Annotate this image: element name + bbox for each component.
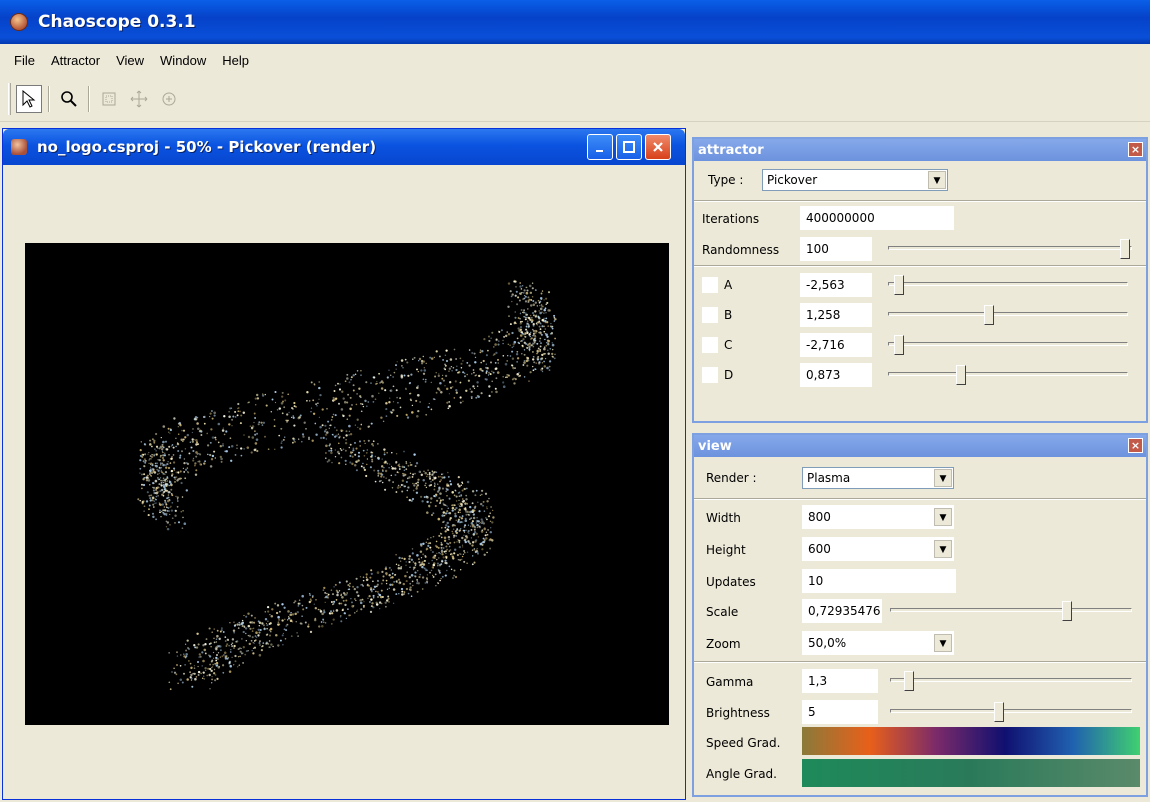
- attractor-panel-titlebar: attractor ×: [694, 139, 1146, 161]
- menu-file[interactable]: File: [6, 53, 43, 68]
- param-d-label: D: [724, 368, 734, 382]
- render-window[interactable]: no_logo.csproj - 50% - Pickover (render): [2, 128, 686, 800]
- app-icon: [10, 13, 28, 31]
- view-panel-title: view: [698, 438, 732, 454]
- chevron-down-icon[interactable]: ▼: [934, 540, 952, 558]
- render-window-body: [3, 165, 685, 799]
- app-titlebar: Chaoscope 0.3.1: [0, 0, 1150, 44]
- menu-window[interactable]: Window: [152, 53, 214, 68]
- chevron-down-icon[interactable]: ▼: [934, 508, 952, 526]
- menubar: File Attractor View Window Help: [0, 44, 1150, 77]
- rotate-tool-icon[interactable]: [156, 85, 182, 113]
- brightness-label: Brightness: [706, 706, 770, 720]
- param-a-slider[interactable]: [888, 275, 1128, 295]
- chevron-down-icon[interactable]: ▼: [928, 171, 946, 189]
- view-panel: view × Render : Plasma ▼ Width 800 ▼ Hei…: [692, 433, 1148, 797]
- param-c-checkbox[interactable]: [702, 337, 718, 353]
- zoom-value: 50,0%: [808, 636, 847, 650]
- param-c-input[interactable]: -2,716: [800, 333, 872, 357]
- type-label: Type :: [708, 173, 744, 187]
- minimize-button[interactable]: [587, 134, 613, 160]
- param-b-slider[interactable]: [888, 305, 1128, 325]
- close-button[interactable]: [645, 134, 671, 160]
- angle-gradient-swatch[interactable]: [802, 759, 1140, 787]
- divider: [694, 498, 1146, 500]
- app-title: Chaoscope 0.3.1: [38, 12, 196, 32]
- height-label: Height: [706, 543, 746, 557]
- divider: [694, 200, 1146, 202]
- gamma-slider[interactable]: [890, 671, 1132, 691]
- menu-attractor[interactable]: Attractor: [43, 53, 108, 68]
- move-tool-icon[interactable]: [126, 85, 152, 113]
- param-c-label: C: [724, 338, 733, 352]
- param-b-input[interactable]: 1,258: [800, 303, 872, 327]
- brightness-input[interactable]: 5: [802, 700, 878, 724]
- maximize-button[interactable]: [616, 134, 642, 160]
- speed-gradient-swatch[interactable]: [802, 727, 1140, 755]
- iterations-input[interactable]: 400000000: [800, 206, 954, 230]
- scale-slider[interactable]: [890, 601, 1132, 621]
- param-a-checkbox[interactable]: [702, 277, 718, 293]
- randomness-input[interactable]: 100: [800, 237, 872, 261]
- param-b-label: B: [724, 308, 733, 322]
- chevron-down-icon[interactable]: ▼: [934, 469, 952, 487]
- attractor-panel-close-button[interactable]: ×: [1128, 142, 1143, 157]
- gamma-input[interactable]: 1,3: [802, 669, 878, 693]
- param-b-checkbox[interactable]: [702, 307, 718, 323]
- type-select-value: Pickover: [767, 173, 818, 187]
- select-rect-icon[interactable]: [96, 85, 122, 113]
- scale-input[interactable]: 0,72935476: [802, 599, 882, 623]
- randomness-label: Randomness: [702, 243, 780, 257]
- view-panel-close-button[interactable]: ×: [1128, 438, 1143, 453]
- updates-label: Updates: [706, 575, 756, 589]
- attractor-panel-title: attractor: [698, 142, 764, 158]
- zoom-tool-icon[interactable]: [56, 85, 82, 113]
- render-select[interactable]: Plasma ▼: [802, 467, 954, 489]
- toolbar-grip[interactable]: [8, 83, 11, 115]
- param-c-slider[interactable]: [888, 335, 1128, 355]
- randomness-slider[interactable]: [888, 239, 1132, 259]
- toolbar-separator: [88, 86, 90, 112]
- divider: [694, 661, 1146, 663]
- document-icon: [11, 139, 27, 155]
- menu-view[interactable]: View: [108, 53, 152, 68]
- param-d-input[interactable]: 0,873: [800, 363, 872, 387]
- width-label: Width: [706, 511, 741, 525]
- render-window-title: no_logo.csproj - 50% - Pickover (render): [37, 138, 377, 156]
- toolbar: [0, 77, 1150, 122]
- toolbar-separator: [48, 86, 50, 112]
- param-d-slider[interactable]: [888, 365, 1128, 385]
- updates-input[interactable]: 10: [802, 569, 956, 593]
- attractor-render-canvas[interactable]: [25, 243, 669, 725]
- menu-help[interactable]: Help: [214, 53, 257, 68]
- gamma-label: Gamma: [706, 675, 754, 689]
- chevron-down-icon[interactable]: ▼: [934, 634, 952, 652]
- height-value: 600: [808, 542, 831, 556]
- zoom-label: Zoom: [706, 637, 741, 651]
- divider: [694, 265, 1146, 267]
- type-select[interactable]: Pickover ▼: [762, 169, 948, 191]
- width-value: 800: [808, 510, 831, 524]
- height-input[interactable]: 600 ▼: [802, 537, 954, 561]
- param-a-input[interactable]: -2,563: [800, 273, 872, 297]
- width-input[interactable]: 800 ▼: [802, 505, 954, 529]
- brightness-slider[interactable]: [890, 702, 1132, 722]
- render-label: Render :: [706, 471, 757, 485]
- param-d-checkbox[interactable]: [702, 367, 718, 383]
- attractor-panel: attractor × Type : Pickover ▼ Iterations…: [692, 137, 1148, 423]
- scale-label: Scale: [706, 605, 739, 619]
- angle-grad-label: Angle Grad.: [706, 767, 777, 781]
- attractor-image: [137, 279, 557, 691]
- render-window-titlebar[interactable]: no_logo.csproj - 50% - Pickover (render): [3, 129, 685, 165]
- speed-grad-label: Speed Grad.: [706, 736, 781, 750]
- pointer-tool-icon[interactable]: [16, 85, 42, 113]
- param-a-label: A: [724, 278, 733, 292]
- view-panel-titlebar: view ×: [694, 435, 1146, 457]
- iterations-label: Iterations: [702, 212, 760, 226]
- render-select-value: Plasma: [807, 471, 851, 485]
- zoom-input[interactable]: 50,0% ▼: [802, 631, 954, 655]
